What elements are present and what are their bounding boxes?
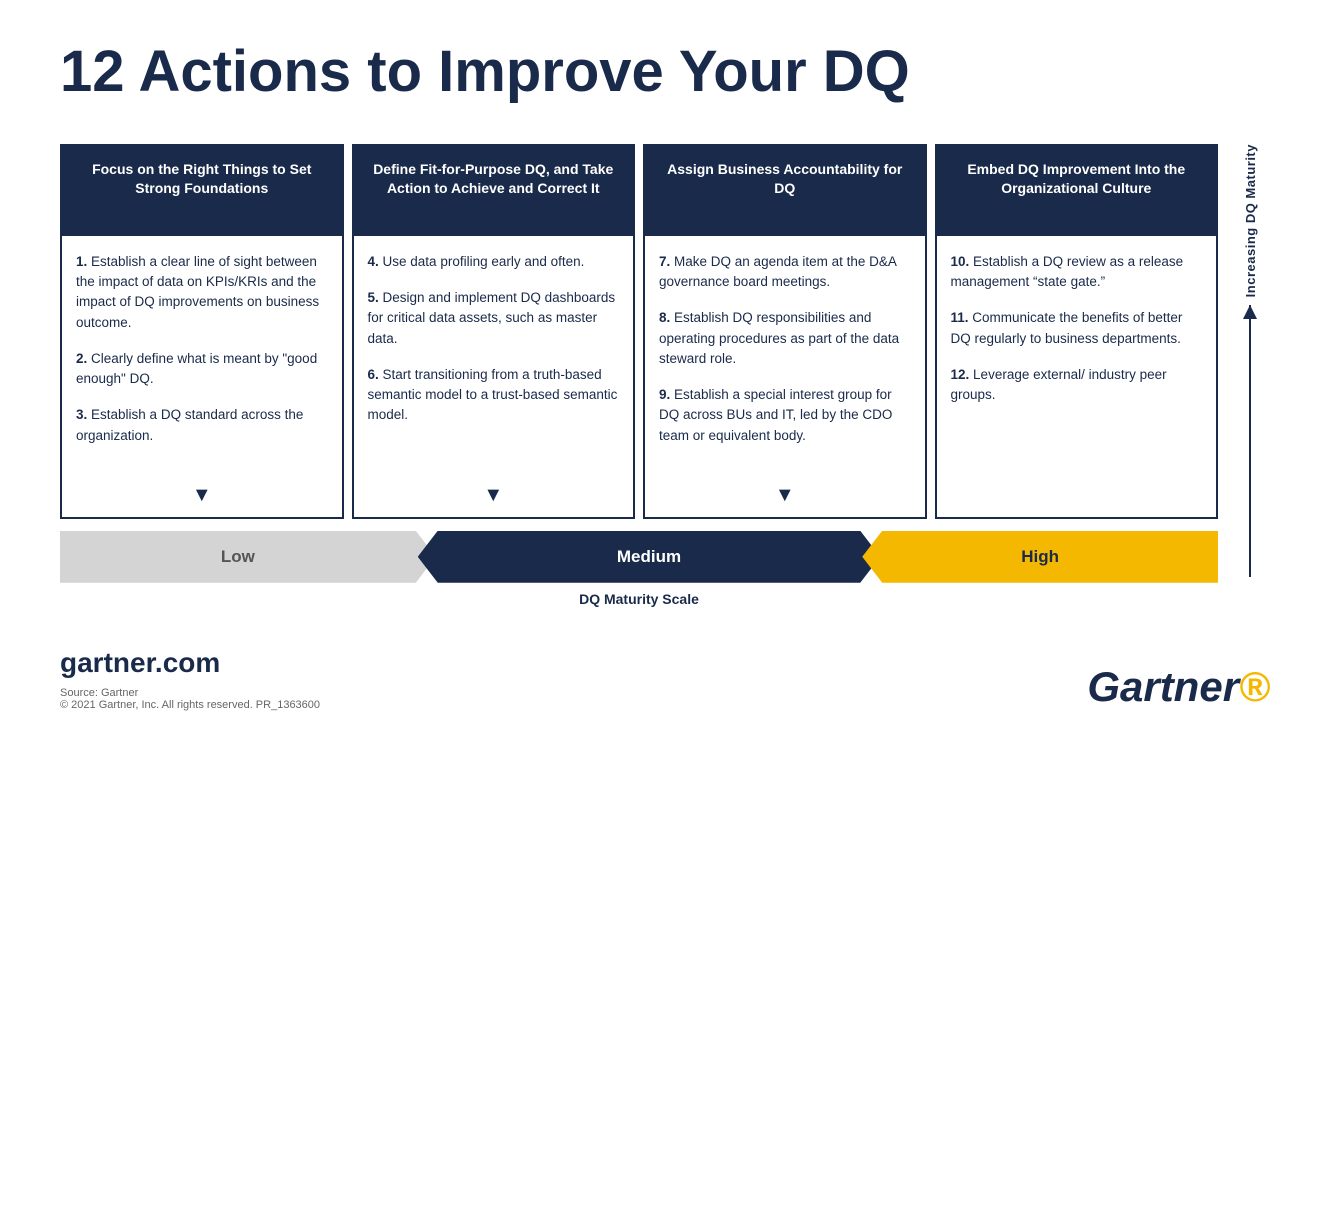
item-num: 10. [951,254,970,269]
item-num: 5. [368,290,379,305]
item-num: 2. [76,351,87,366]
col1-body: 1. Establish a clear line of sight betwe… [62,236,342,478]
item-text: Establish a clear line of sight between … [76,254,319,330]
col2-header: Define Fit-for-Purpose DQ, and Take Acti… [354,146,634,236]
item-text: Clearly define what is meant by "good en… [76,351,317,386]
item-num: 6. [368,367,379,382]
vertical-arrow-label: Increasing DQ Maturity [1243,144,1258,297]
column-3: Assign Business Accountability for DQ 7.… [643,144,927,519]
list-item: 11. Communicate the benefits of better D… [951,308,1203,349]
item-text: Communicate the benefits of better DQ re… [951,310,1183,345]
columns-wrapper: Focus on the Right Things to Set Strong … [60,144,1218,519]
item-num: 9. [659,387,670,402]
vertical-arrow-container: Increasing DQ Maturity [1230,144,1270,607]
footer: gartner.com Source: Gartner © 2021 Gartn… [60,647,1270,711]
footer-left: gartner.com Source: Gartner © 2021 Gartn… [60,647,320,711]
source-line1: Source: Gartner © 2021 Gartner, Inc. All… [60,687,320,711]
page-title: 12 Actions to Improve Your DQ [60,40,1270,104]
list-item: 3. Establish a DQ standard across the or… [76,405,328,446]
maturity-high: High [862,531,1218,583]
item-text: Establish a DQ standard across the organ… [76,407,303,442]
maturity-scale-label: DQ Maturity Scale [60,591,1218,607]
col4-body: 10. Establish a DQ review as a release m… [937,236,1217,517]
item-text: Make DQ an agenda item at the D&A govern… [659,254,896,289]
down-arrow-3: ▼ [645,478,925,517]
vertical-arrow-line [1249,305,1251,577]
item-text: Establish a DQ review as a release manag… [951,254,1184,289]
column-4: Embed DQ Improvement Into the Organizati… [935,144,1219,519]
col3-header: Assign Business Accountability for DQ [645,146,925,236]
col1-header: Focus on the Right Things to Set Strong … [62,146,342,236]
item-text: Use data profiling early and often. [383,254,585,269]
list-item: 7. Make DQ an agenda item at the D&A gov… [659,252,911,293]
item-num: 8. [659,310,670,325]
down-arrow-2: ▼ [354,478,634,517]
gartner-dot: ® [1239,663,1270,710]
diagram-area: Focus on the Right Things to Set Strong … [60,144,1270,607]
col4-header: Embed DQ Improvement Into the Organizati… [937,146,1217,236]
down-arrow-1: ▼ [62,478,342,517]
item-num: 1. [76,254,87,269]
column-1: Focus on the Right Things to Set Strong … [60,144,344,519]
item-text: Establish DQ responsibilities and operat… [659,310,899,366]
list-item: 8. Establish DQ responsibilities and ope… [659,308,911,369]
list-item: 4. Use data profiling early and often. [368,252,620,272]
gartner-url: gartner.com [60,647,320,679]
list-item: 10. Establish a DQ review as a release m… [951,252,1203,293]
item-text: Leverage external/ industry peer groups. [951,367,1167,402]
item-num: 12. [951,367,970,382]
col2-body: 4. Use data profiling early and often. 5… [354,236,634,478]
item-text: Establish a special interest group for D… [659,387,892,443]
list-item: 12. Leverage external/ industry peer gro… [951,365,1203,406]
maturity-scale: Low Medium High [60,531,1218,583]
maturity-scale-container: Low Medium High DQ Maturity Scale [60,531,1218,607]
column-2: Define Fit-for-Purpose DQ, and Take Acti… [352,144,636,519]
item-num: 11. [951,310,969,325]
list-item: 6. Start transitioning from a truth-base… [368,365,620,426]
list-item: 9. Establish a special interest group fo… [659,385,911,446]
item-num: 7. [659,254,670,269]
item-text: Design and implement DQ dashboards for c… [368,290,616,346]
maturity-wrapper: Focus on the Right Things to Set Strong … [60,144,1218,607]
gartner-logo: Gartner® [1087,663,1270,711]
item-num: 4. [368,254,379,269]
list-item: 2. Clearly define what is meant by "good… [76,349,328,390]
item-text: Start transitioning from a truth-based s… [368,367,618,423]
maturity-medium: Medium [418,531,880,583]
list-item: 5. Design and implement DQ dashboards fo… [368,288,620,349]
col3-body: 7. Make DQ an agenda item at the D&A gov… [645,236,925,478]
list-item: 1. Establish a clear line of sight betwe… [76,252,328,333]
item-num: 3. [76,407,87,422]
maturity-low: Low [60,531,436,583]
